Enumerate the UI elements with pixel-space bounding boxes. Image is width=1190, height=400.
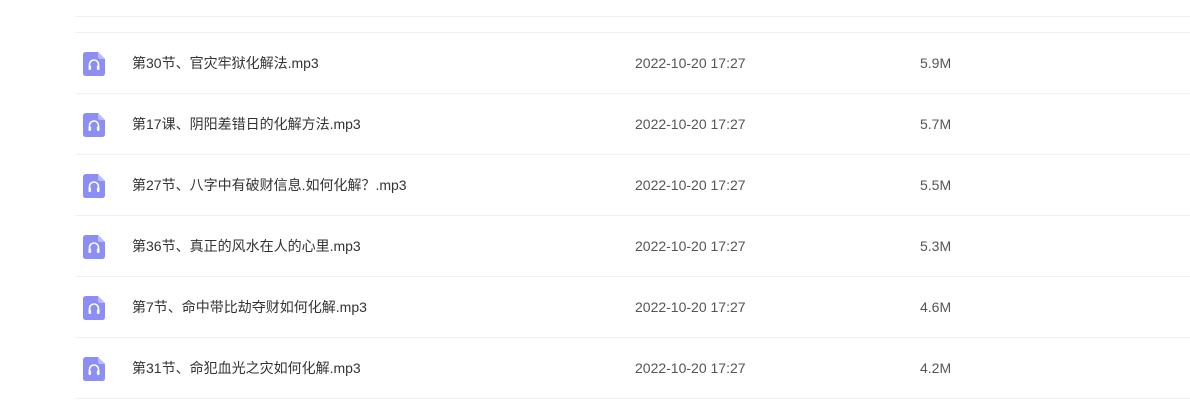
file-name[interactable]: 第31节、命犯血光之灾如何化解.mp3 [132, 338, 361, 398]
file-row[interactable]: 第7节、命中带比劫夺财如何化解.mp3 2022-10-20 17:27 4.6… [75, 277, 1190, 338]
file-size: 5.3M [920, 238, 952, 254]
file-row[interactable]: 第27节、八字中有破财信息.如何化解？.mp3 2022-10-20 17:27… [75, 155, 1190, 216]
file-name[interactable]: 第36节、真正的风水在人的心里.mp3 [132, 216, 361, 276]
audio-file-icon [83, 52, 105, 76]
file-row[interactable]: 第30节、官灾牢狱化解法.mp3 2022-10-20 17:27 5.9M [75, 33, 1190, 94]
file-row[interactable]: 第17课、阴阳差错日的化解方法.mp3 2022-10-20 17:27 5.7… [75, 94, 1190, 155]
file-size: 4.6M [920, 299, 952, 315]
file-row[interactable]: 第36节、真正的风水在人的心里.mp3 2022-10-20 17:27 5.3… [75, 216, 1190, 277]
file-modified-date: 2022-10-20 17:27 [635, 360, 746, 376]
file-name[interactable]: 第27节、八字中有破财信息.如何化解？.mp3 [132, 155, 407, 215]
file-modified-date: 2022-10-20 17:27 [635, 299, 746, 315]
list-top-divider [75, 0, 1190, 17]
file-modified-date: 2022-10-20 17:27 [635, 238, 746, 254]
file-modified-date: 2022-10-20 17:27 [635, 55, 746, 71]
file-name[interactable]: 第7节、命中带比劫夺财如何化解.mp3 [132, 277, 367, 337]
audio-file-icon [83, 235, 105, 259]
file-modified-date: 2022-10-20 17:27 [635, 116, 746, 132]
audio-file-icon [83, 357, 105, 381]
audio-file-icon [83, 113, 105, 137]
file-row[interactable]: 第31节、命犯血光之灾如何化解.mp3 2022-10-20 17:27 4.2… [75, 338, 1190, 399]
file-modified-date: 2022-10-20 17:27 [635, 177, 746, 193]
audio-file-icon [83, 174, 105, 198]
file-name[interactable]: 第30节、官灾牢狱化解法.mp3 [132, 33, 319, 93]
file-size: 5.9M [920, 55, 952, 71]
file-list: 第30节、官灾牢狱化解法.mp3 2022-10-20 17:27 5.9M 第… [75, 0, 1190, 400]
file-size: 5.5M [920, 177, 952, 193]
file-name[interactable]: 第17课、阴阳差错日的化解方法.mp3 [132, 94, 361, 154]
list-spacer [75, 17, 1190, 33]
audio-file-icon [83, 296, 105, 320]
file-size: 5.7M [920, 116, 952, 132]
file-size: 4.2M [920, 360, 952, 376]
